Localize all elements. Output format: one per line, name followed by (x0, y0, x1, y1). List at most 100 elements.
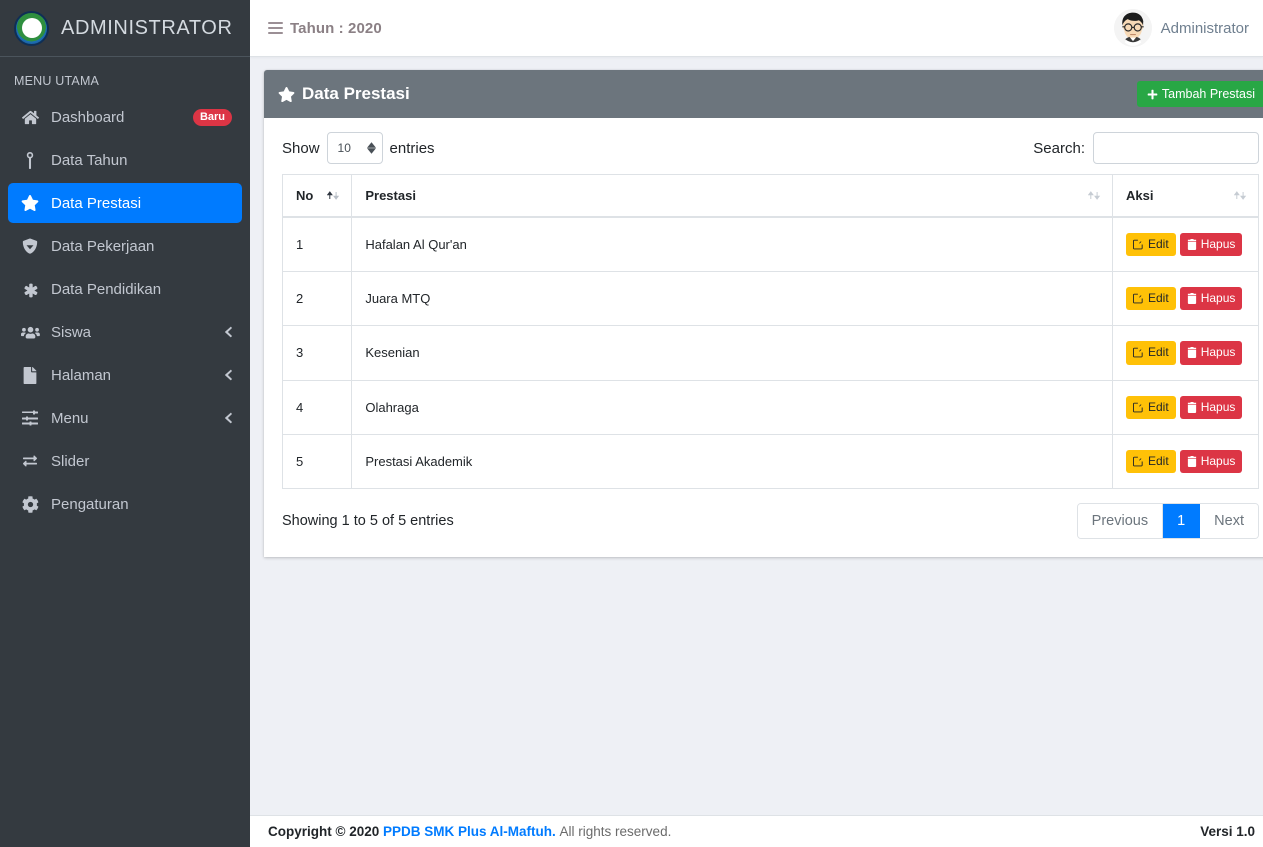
user-menu[interactable]: Administrator (1114, 9, 1249, 47)
shield-icon (18, 238, 42, 255)
cell-prestasi: Kesenian (352, 326, 1113, 380)
edit-button[interactable]: Edit (1126, 287, 1176, 310)
cell-prestasi: Juara MTQ (352, 272, 1113, 326)
trash-icon (1187, 293, 1197, 304)
user-name-label: Administrator (1161, 20, 1249, 37)
chevron-left-icon (224, 326, 232, 338)
app-root: ADMINISTRATOR MENU UTAMA Dashboard Baru … (0, 0, 1263, 847)
datatable-controls: Show 10 entries Search: (282, 132, 1259, 164)
brand-title: ADMINISTRATOR (61, 17, 233, 40)
delete-button[interactable]: Hapus (1180, 341, 1243, 364)
column-header-prestasi[interactable]: Prestasi (352, 175, 1113, 218)
sidebar-item-data-pendidikan[interactable]: Data Pendidikan (8, 269, 242, 309)
cell-no: 4 (283, 380, 352, 434)
sidebar-item-data-tahun[interactable]: Data Tahun (8, 140, 242, 180)
table-header-row: No (283, 175, 1259, 218)
edit-button[interactable]: Edit (1126, 396, 1176, 419)
delete-button[interactable]: Hapus (1180, 287, 1243, 310)
pencil-square-icon (1133, 402, 1144, 413)
pagination-next[interactable]: Next (1200, 504, 1258, 538)
cell-no: 5 (283, 434, 352, 488)
sort-ascending-icon (313, 190, 341, 201)
cell-aksi: Edit Hapus (1113, 326, 1259, 380)
trash-icon (1187, 402, 1197, 413)
file-icon (18, 367, 42, 384)
edit-label: Edit (1148, 292, 1169, 305)
table-row: 4 Olahraga Edit (283, 380, 1259, 434)
pagination: Previous 1 Next (1077, 503, 1259, 539)
sidebar-item-label: Dashboard (51, 109, 193, 126)
sidebar-nav: Dashboard Baru Data Tahun Data Prestasi (0, 97, 250, 527)
main-content: Data Prestasi Tambah Prestasi Show (250, 57, 1263, 815)
sidebar-item-label: Data Pendidikan (51, 281, 232, 298)
page-footer: Copyright © 2020 PPDB SMK Plus Al-Maftuh… (250, 815, 1263, 847)
card-body: Show 10 entries Search: (264, 118, 1263, 557)
users-icon (18, 325, 42, 340)
delete-button[interactable]: Hapus (1180, 450, 1243, 473)
pencil-square-icon (1133, 347, 1144, 358)
brand-link[interactable]: ADMINISTRATOR (0, 0, 250, 57)
pencil-square-icon (1133, 456, 1144, 467)
trash-icon (1187, 456, 1197, 467)
add-prestasi-button[interactable]: Tambah Prestasi (1137, 81, 1263, 107)
pagination-page-1[interactable]: 1 (1163, 504, 1200, 538)
edit-button[interactable]: Edit (1126, 450, 1176, 473)
card-title-text: Data Prestasi (302, 84, 410, 104)
page-length-select[interactable]: 10 (327, 132, 383, 164)
trash-icon (1187, 239, 1197, 250)
table-row: 2 Juara MTQ Edit (283, 272, 1259, 326)
sidebar-item-label: Data Tahun (51, 152, 232, 169)
column-header-no-label: No (296, 188, 313, 203)
cell-aksi: Edit Hapus (1113, 217, 1259, 272)
cell-no: 1 (283, 217, 352, 272)
edit-label: Edit (1148, 346, 1169, 359)
sidebar-item-label: Data Pekerjaan (51, 238, 232, 255)
sidebar-item-label: Siswa (51, 324, 224, 341)
delete-button[interactable]: Hapus (1180, 396, 1243, 419)
navbar-year-title: Tahun : 2020 (290, 20, 382, 37)
delete-label: Hapus (1201, 292, 1236, 305)
sidebar-item-label: Data Prestasi (51, 195, 232, 212)
sidebar-toggle-button[interactable]: Tahun : 2020 (268, 20, 382, 37)
stepper-arrows-icon (367, 142, 376, 154)
chevron-left-icon (224, 412, 232, 424)
sidebar-item-halaman[interactable]: Halaman (8, 355, 242, 395)
prestasi-table: No (282, 174, 1259, 489)
edit-button[interactable]: Edit (1126, 341, 1176, 364)
column-header-no[interactable]: No (283, 175, 352, 218)
sidebar-item-slider[interactable]: Slider (8, 441, 242, 481)
table-body: 1 Hafalan Al Qur'an Edit (283, 217, 1259, 488)
search-input[interactable] (1093, 132, 1259, 164)
content-wrapper: Tahun : 2020 (250, 0, 1263, 847)
delete-button[interactable]: Hapus (1180, 233, 1243, 256)
sidebar-item-pengaturan[interactable]: Pengaturan (8, 484, 242, 524)
column-header-aksi[interactable]: Aksi (1113, 175, 1259, 218)
cell-prestasi: Prestasi Akademik (352, 434, 1113, 488)
table-row: 3 Kesenian Edit (283, 326, 1259, 380)
hamburger-icon[interactable] (268, 22, 283, 34)
sliders-icon (18, 410, 42, 426)
trash-icon (1187, 347, 1197, 358)
cell-prestasi: Olahraga (352, 380, 1113, 434)
delete-label: Hapus (1201, 238, 1236, 251)
cell-no: 3 (283, 326, 352, 380)
school-logo-icon (14, 11, 49, 46)
pencil-square-icon (1133, 293, 1144, 304)
top-navbar: Tahun : 2020 (250, 0, 1263, 57)
cell-prestasi: Hafalan Al Qur'an (352, 217, 1113, 272)
sidebar-item-dashboard[interactable]: Dashboard Baru (8, 97, 242, 137)
footer-brand-link[interactable]: PPDB SMK Plus Al-Maftuh. (383, 824, 556, 839)
sidebar-item-menu[interactable]: Menu (8, 398, 242, 438)
edit-button[interactable]: Edit (1126, 233, 1176, 256)
sidebar-item-data-pekerjaan[interactable]: Data Pekerjaan (8, 226, 242, 266)
home-icon (18, 109, 42, 126)
logo-emblem (22, 18, 42, 38)
sidebar-item-data-prestasi[interactable]: Data Prestasi (8, 183, 242, 223)
page-length-control: Show 10 entries (282, 132, 435, 164)
entries-info: Showing 1 to 5 of 5 entries (282, 513, 454, 529)
pagination-previous[interactable]: Previous (1078, 504, 1163, 538)
edit-label: Edit (1148, 238, 1169, 251)
sidebar-item-siswa[interactable]: Siswa (8, 312, 242, 352)
menu-section-header: MENU UTAMA (0, 57, 250, 97)
star-icon (18, 194, 42, 212)
